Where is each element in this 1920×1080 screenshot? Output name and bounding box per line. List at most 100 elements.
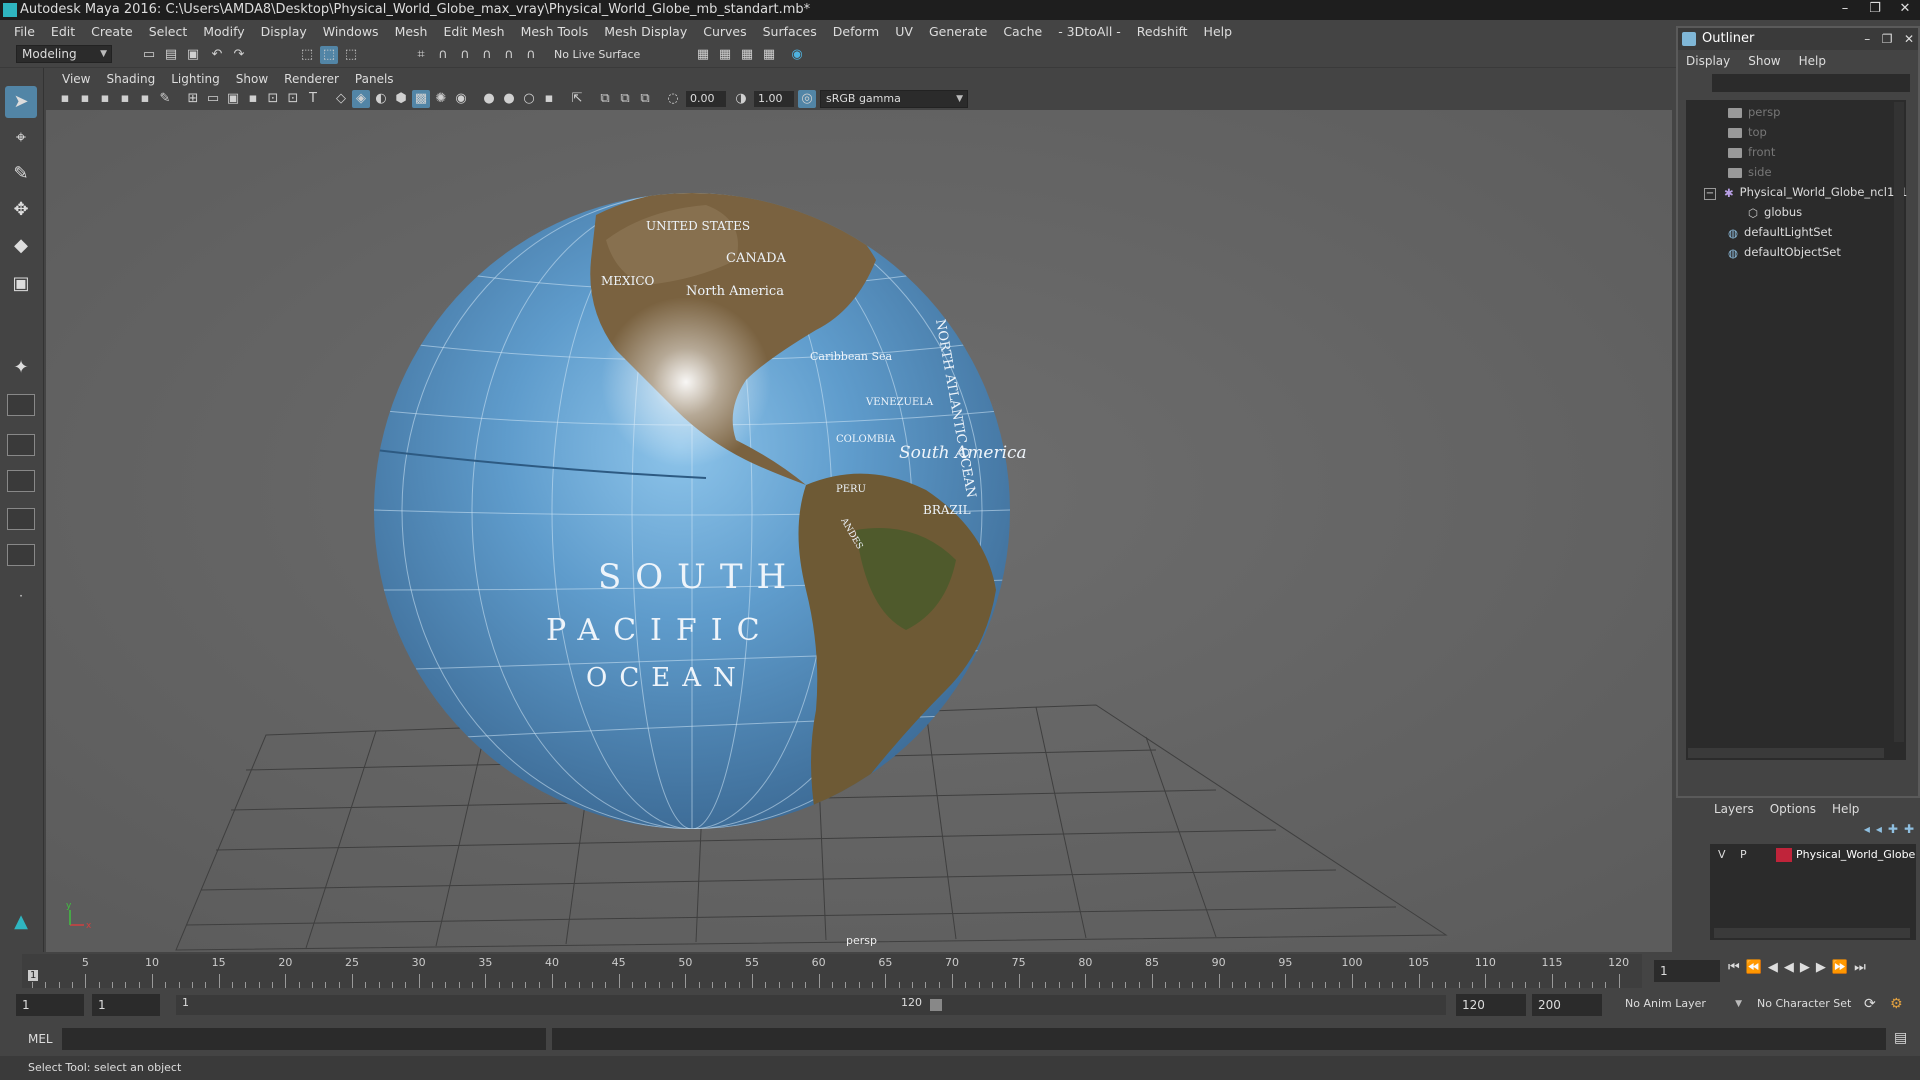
- go-to-end-icon[interactable]: ⏭: [1854, 960, 1866, 975]
- live-surface-label[interactable]: No Live Surface: [554, 48, 640, 61]
- redo-icon[interactable]: ↷: [230, 46, 248, 64]
- move-layer-down-icon[interactable]: ◂: [1876, 822, 1882, 836]
- outliner-item-group[interactable]: − ✱ Physical_World_Globe_ncl1_1: [1704, 182, 1907, 202]
- layer-scrollbar[interactable]: [1714, 928, 1910, 938]
- lasso-tool-icon[interactable]: ⌖: [5, 122, 37, 154]
- motion-blur-icon[interactable]: ●: [500, 90, 518, 108]
- open-scene-icon[interactable]: ▤: [162, 46, 180, 64]
- snap-grid-icon[interactable]: ⌗: [412, 46, 430, 64]
- menu-mesh-display[interactable]: Mesh Display: [596, 24, 695, 39]
- range-slider[interactable]: 1 120: [176, 995, 946, 1015]
- menu-mesh[interactable]: Mesh: [387, 24, 436, 39]
- move-layer-up-icon[interactable]: ◂: [1864, 822, 1870, 836]
- outliner-restore-button[interactable]: ❐: [1882, 32, 1893, 46]
- menu-surfaces[interactable]: Surfaces: [755, 24, 825, 39]
- new-layer-icon[interactable]: ✚: [1888, 822, 1898, 836]
- use-all-lights-icon[interactable]: ✺: [432, 90, 450, 108]
- playback-start-field[interactable]: 1: [92, 994, 160, 1016]
- layout-graph-icon[interactable]: [7, 508, 35, 530]
- menu-select[interactable]: Select: [141, 24, 196, 39]
- current-frame-field[interactable]: 1: [1654, 960, 1720, 982]
- render-frame-icon[interactable]: ▦: [738, 46, 756, 64]
- layer-visibility-toggle[interactable]: V: [1718, 848, 1726, 861]
- select-object-icon[interactable]: ⬚: [320, 46, 338, 64]
- outliner-minimize-button[interactable]: –: [1864, 32, 1870, 46]
- command-input[interactable]: [62, 1028, 546, 1050]
- menu-mesh-tools[interactable]: Mesh Tools: [513, 24, 597, 39]
- bookmark-icon[interactable]: ▪: [96, 90, 114, 108]
- panel-menu-shading[interactable]: Shading: [98, 72, 163, 86]
- outliner-vertical-scrollbar[interactable]: [1894, 102, 1904, 742]
- gamma-icon[interactable]: ◑: [732, 90, 750, 108]
- script-editor-icon[interactable]: ▤: [1894, 1030, 1907, 1046]
- image-plane-icon[interactable]: ▪: [116, 90, 134, 108]
- smooth-shade-icon[interactable]: ◈: [352, 90, 370, 108]
- menu-3dtoall[interactable]: - 3DtoAll -: [1050, 24, 1129, 39]
- menu-edit[interactable]: Edit: [43, 24, 83, 39]
- panel-menu-renderer[interactable]: Renderer: [276, 72, 347, 86]
- script-language-label[interactable]: MEL: [28, 1032, 53, 1046]
- menu-edit-mesh[interactable]: Edit Mesh: [435, 24, 512, 39]
- outliner-item-front[interactable]: front: [1728, 142, 1775, 162]
- gate-mask-icon[interactable]: ▪: [244, 90, 262, 108]
- step-forward-key-icon[interactable]: ⏩: [1832, 960, 1848, 975]
- panel-menu-view[interactable]: View: [54, 72, 98, 86]
- layout-four-view-icon[interactable]: [7, 394, 35, 416]
- layer-color-swatch[interactable]: [1776, 848, 1792, 862]
- shadows-icon[interactable]: ◉: [452, 90, 470, 108]
- scale-tool-icon[interactable]: ▣: [5, 268, 37, 300]
- hypershade-icon[interactable]: ◉: [788, 46, 806, 64]
- playback-end-field[interactable]: 120: [1456, 994, 1526, 1016]
- restore-button[interactable]: ❐: [1860, 0, 1890, 20]
- wireframe-icon[interactable]: ◇: [332, 90, 350, 108]
- layout-two-view-icon[interactable]: [7, 434, 35, 456]
- snap-view-plane-icon[interactable]: ∩: [478, 46, 496, 64]
- exposure-field[interactable]: 0.00: [686, 91, 726, 107]
- play-forward-icon[interactable]: ▶: [1800, 960, 1810, 975]
- xray-components-icon[interactable]: ⧉: [636, 90, 654, 108]
- range-slider-track[interactable]: [946, 995, 1446, 1015]
- preferences-icon[interactable]: ⚙: [1890, 996, 1903, 1012]
- step-back-frame-icon[interactable]: ◀: [1768, 960, 1778, 975]
- ipr-render-icon[interactable]: ▦: [760, 46, 778, 64]
- menu-curves[interactable]: Curves: [695, 24, 754, 39]
- go-to-start-icon[interactable]: ⏮: [1728, 960, 1740, 975]
- scene-start-field[interactable]: 1: [16, 994, 84, 1016]
- grease-pencil-icon[interactable]: ✎: [156, 90, 174, 108]
- screen-space-ao-icon[interactable]: ●: [480, 90, 498, 108]
- snap-curve-icon[interactable]: ∩: [434, 46, 452, 64]
- anti-aliasing-icon[interactable]: ○: [520, 90, 538, 108]
- last-tool-icon[interactable]: ✦: [5, 352, 37, 384]
- outliner-item-top[interactable]: top: [1728, 122, 1767, 142]
- outliner-horizontal-scrollbar[interactable]: [1688, 748, 1884, 758]
- outliner-item-side[interactable]: side: [1728, 162, 1772, 182]
- view-transform-dropdown[interactable]: sRGB gamma ▼: [820, 90, 968, 108]
- outliner-item-globus[interactable]: ⬡ globus: [1748, 202, 1802, 222]
- safe-title-icon[interactable]: T: [304, 90, 322, 108]
- layer-menu-layers[interactable]: Layers: [1714, 802, 1770, 816]
- color-management-icon[interactable]: ◎: [798, 90, 816, 108]
- field-chart-icon[interactable]: ⊡: [264, 90, 282, 108]
- rotate-tool-icon[interactable]: ◆: [5, 230, 37, 262]
- scene-end-field[interactable]: 200: [1532, 994, 1602, 1016]
- layer-row[interactable]: V P Physical_World_Globe: [1710, 846, 1916, 866]
- snap-live-icon[interactable]: ∩: [500, 46, 518, 64]
- menu-generate[interactable]: Generate: [921, 24, 995, 39]
- move-tool-icon[interactable]: ✥: [5, 194, 37, 226]
- snap-point-icon[interactable]: ∩: [456, 46, 474, 64]
- resolution-gate-icon[interactable]: ▣: [224, 90, 242, 108]
- render-view-icon[interactable]: ▦: [716, 46, 734, 64]
- perspective-viewport[interactable]: CANADA North America UNITED STATES MEXIC…: [46, 110, 1672, 952]
- outliner-menu-show[interactable]: Show: [1748, 54, 1798, 68]
- camera-attributes-icon[interactable]: ▪: [76, 90, 94, 108]
- outliner-menu-display[interactable]: Display: [1686, 54, 1748, 68]
- wireframe-on-shaded-icon[interactable]: ⬢: [392, 90, 410, 108]
- layer-playback-toggle[interactable]: P: [1740, 848, 1747, 861]
- render-settings-icon[interactable]: ▦: [694, 46, 712, 64]
- layout-outliner-icon[interactable]: [7, 470, 35, 492]
- safe-action-icon[interactable]: ⊡: [284, 90, 302, 108]
- layer-name[interactable]: Physical_World_Globe: [1796, 848, 1915, 861]
- character-set-dropdown[interactable]: No Character Set: [1752, 995, 1862, 1015]
- outliner-item-persp[interactable]: persp: [1728, 102, 1780, 122]
- menu-create[interactable]: Create: [83, 24, 141, 39]
